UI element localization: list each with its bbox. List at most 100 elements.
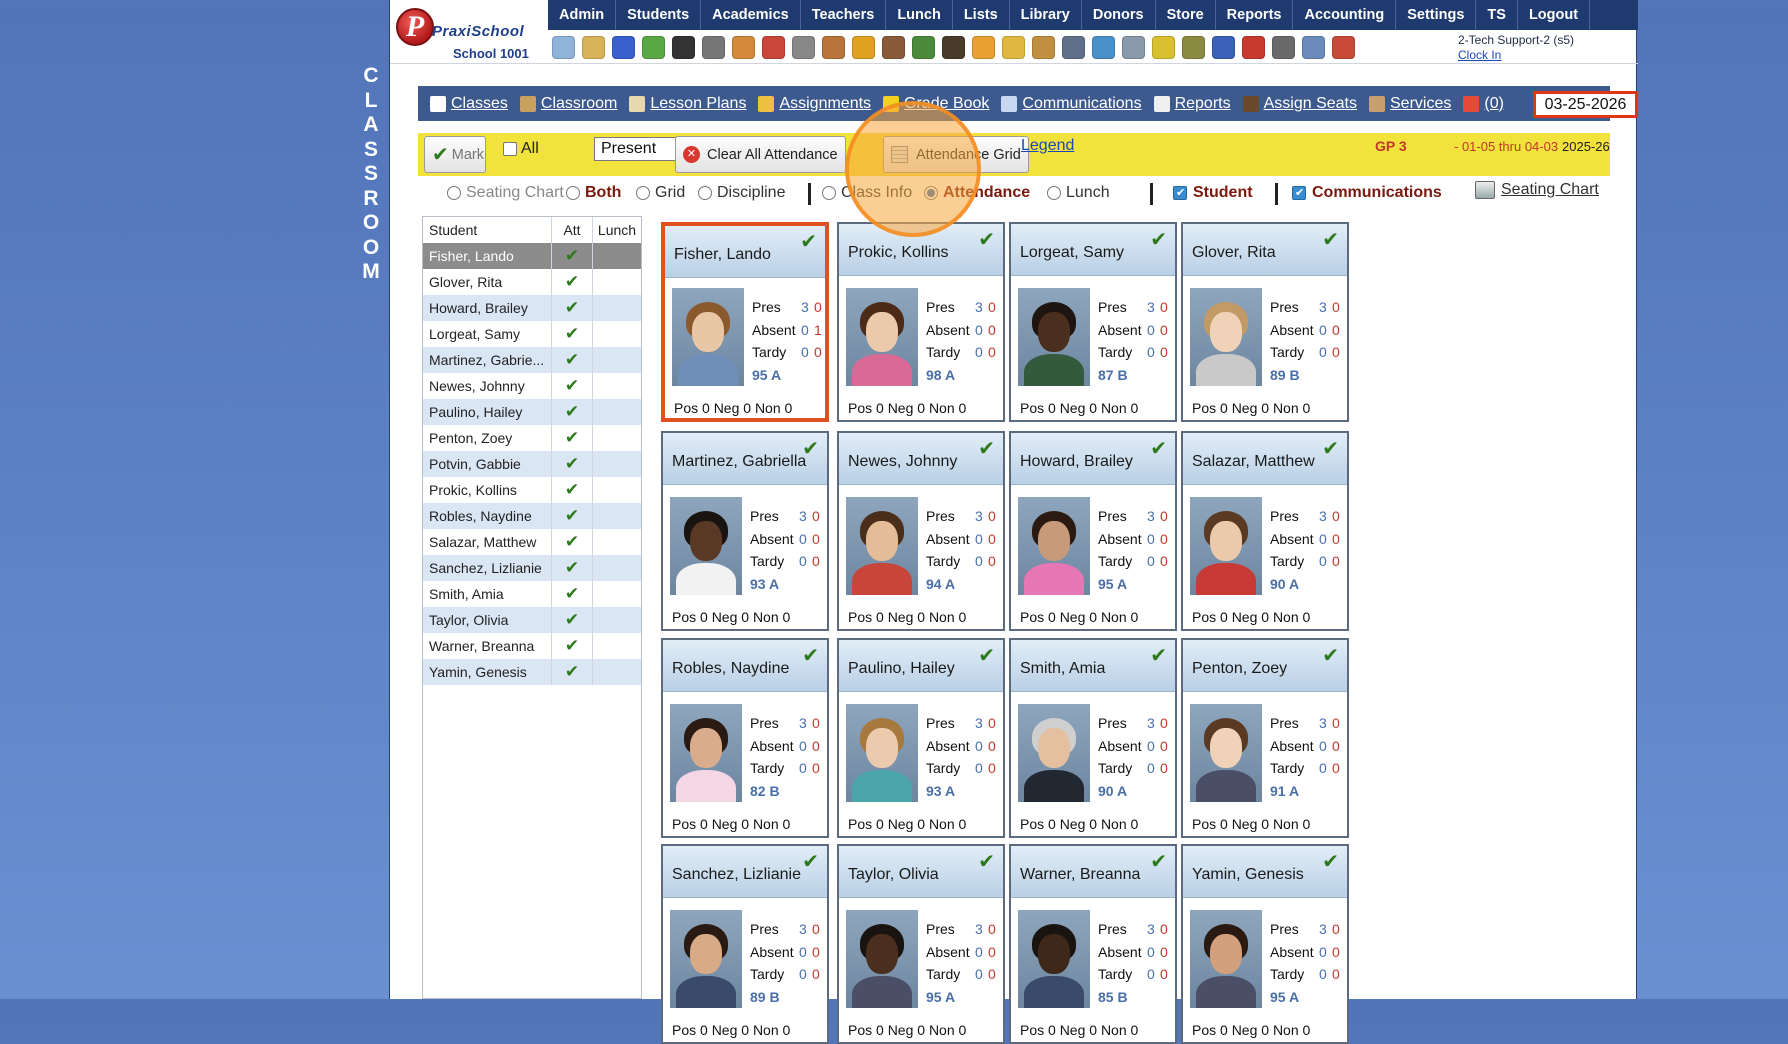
checkbox-student[interactable]	[1173, 186, 1187, 200]
bus-pass-icon[interactable]	[972, 35, 995, 59]
present-check-icon[interactable]: ✔	[1150, 227, 1167, 252]
radio-class-info[interactable]	[822, 186, 836, 200]
settings-icon[interactable]	[1092, 35, 1115, 59]
ap-icon[interactable]	[1212, 35, 1235, 59]
teacher-icon[interactable]	[852, 35, 875, 59]
nav-lists[interactable]: Lists	[953, 0, 1010, 30]
clock-in-link[interactable]: Clock In	[1458, 48, 1574, 63]
attendance-cell[interactable]: ✔	[551, 477, 593, 503]
student-list-row[interactable]: Penton, Zoey ✔	[423, 425, 641, 451]
classbar-item-lesson-plans[interactable]: Lesson Plans	[629, 95, 746, 113]
student-list-row[interactable]: Robles, Naydine ✔	[423, 503, 641, 529]
praxischool-logo[interactable]: P PraxiSchool School 1001	[394, 6, 542, 62]
chat-icon[interactable]	[642, 35, 665, 59]
present-check-icon[interactable]: ✔	[800, 229, 817, 254]
student-card[interactable]: Lorgeat, Samy ✔ Pres 3 0 Absent 0 0 Tardy 0 0 87 BP…	[1009, 222, 1177, 422]
student-card[interactable]: Prokic, Kollins ✔ Pres 3 0 Absent 0 0 Tardy 0 0 98 …	[837, 222, 1005, 422]
checkbox-communications[interactable]	[1292, 186, 1306, 200]
option-communications[interactable]: Communications	[1292, 184, 1442, 202]
student-list-row[interactable]: Fisher, Lando ✔	[423, 243, 641, 269]
radio-seating-chart[interactable]	[447, 186, 461, 200]
student-list-row[interactable]: Warner, Breanna ✔	[423, 633, 641, 659]
sign-icon[interactable]	[1002, 35, 1025, 59]
date-picker[interactable]: 03-25-2026	[1533, 91, 1638, 118]
attendance-cell[interactable]: ✔	[551, 451, 593, 477]
present-check-icon[interactable]: ✔	[802, 436, 819, 461]
present-check-icon[interactable]: ✔	[1150, 436, 1167, 461]
student-list-row[interactable]: Martinez, Gabrie... ✔	[423, 347, 641, 373]
student-list-row[interactable]: Smith, Amia ✔	[423, 581, 641, 607]
attendance-cell[interactable]: ✔	[551, 243, 593, 269]
attendance-cell[interactable]: ✔	[551, 529, 593, 555]
nav-library[interactable]: Library	[1010, 0, 1082, 30]
classbar-item-classroom[interactable]: Classroom	[519, 95, 617, 113]
radio-grid[interactable]	[636, 186, 650, 200]
nav-accounting[interactable]: Accounting	[1293, 0, 1397, 30]
nav-ts[interactable]: TS	[1476, 0, 1518, 30]
student-card[interactable]: Paulino, Hailey ✔ Pres 3 0 Absent 0 0 Tardy 0 0 93 …	[837, 638, 1005, 838]
student-card[interactable]: Salazar, Matthew ✔ Pres 3 0 Absent 0 0 Tardy 0 0 90…	[1181, 431, 1349, 631]
option-attendance[interactable]: Attendance	[924, 184, 1030, 202]
student-list-row[interactable]: Salazar, Matthew ✔	[423, 529, 641, 555]
radio-discipline[interactable]	[698, 186, 712, 200]
present-check-icon[interactable]: ✔	[1150, 643, 1167, 668]
student-card[interactable]: Newes, Johnny ✔ Pres 3 0 Absent 0 0 Tardy 0 0 94 AP…	[837, 431, 1005, 631]
student-list-row[interactable]: Potvin, Gabbie ✔	[423, 451, 641, 477]
student-card[interactable]: Warner, Breanna ✔ Pres 3 0 Absent 0 0 Tardy 0 0 85 …	[1009, 844, 1177, 1044]
document-icon[interactable]	[1122, 35, 1145, 59]
radio-attendance[interactable]	[924, 186, 938, 200]
student-card[interactable]: Robles, Naydine ✔ Pres 3 0 Absent 0 0 Tardy 0 0 82 …	[661, 638, 829, 838]
nav-lunch[interactable]: Lunch	[886, 0, 953, 30]
classbar-item-services[interactable]: Services	[1369, 95, 1451, 113]
student-card[interactable]: Fisher, Lando ✔ Pres 3 0 Absent 0 1 Tardy 0 0 95 AP…	[661, 222, 829, 422]
pdf-icon[interactable]	[1242, 35, 1265, 59]
tag-icon[interactable]	[882, 35, 905, 59]
mark-button[interactable]: ✔ Mark	[424, 136, 486, 173]
student-card[interactable]: Martinez, Gabriella ✔ Pres 3 0 Absent 0 0 Tardy 0…	[661, 431, 829, 631]
student-card[interactable]: Smith, Amia ✔ Pres 3 0 Absent 0 0 Tardy 0 0 90 A Pos…	[1009, 638, 1177, 838]
student-list-row[interactable]: Prokic, Kollins ✔	[423, 477, 641, 503]
present-check-icon[interactable]: ✔	[978, 643, 995, 668]
classbar-item-0[interactable]: (0)	[1463, 95, 1504, 113]
student-list-row[interactable]: Lorgeat, Samy ✔	[423, 321, 641, 347]
present-check-icon[interactable]: ✔	[978, 436, 995, 461]
option-seating-chart[interactable]: Seating Chart	[447, 184, 564, 202]
bus-icon[interactable]	[942, 35, 965, 59]
student-card[interactable]: Penton, Zoey ✔ Pres 3 0 Absent 0 0 Tardy 0 0 91 A Po…	[1181, 638, 1349, 838]
present-check-icon[interactable]: ✔	[802, 849, 819, 874]
user-group-icon[interactable]	[1062, 35, 1085, 59]
radio-lunch[interactable]	[1047, 186, 1061, 200]
classbar-item-assign-seats[interactable]: Assign Seats	[1242, 95, 1357, 113]
classbar-item-assignments[interactable]: Assignments	[758, 95, 871, 113]
search-icon[interactable]	[552, 35, 575, 59]
attendance-cell[interactable]: ✔	[551, 321, 593, 347]
student-card[interactable]: Yamin, Genesis ✔ Pres 3 0 Absent 0 0 Tardy 0 0 95 A…	[1181, 844, 1349, 1044]
all-checkbox-box[interactable]	[503, 142, 517, 156]
classbar-item-classes[interactable]: Classes	[430, 95, 508, 113]
student-list-row[interactable]: Howard, Brailey ✔	[423, 295, 641, 321]
student-card[interactable]: Glover, Rita ✔ Pres 3 0 Absent 0 0 Tardy 0 0 89 B Po…	[1181, 222, 1349, 422]
student-list-row[interactable]: Taylor, Olivia ✔	[423, 607, 641, 633]
classbar-item-grade-book[interactable]: Grade Book	[883, 95, 989, 113]
folder-icon[interactable]	[1032, 35, 1055, 59]
option-class-info[interactable]: Class Info	[822, 184, 912, 202]
clear-all-attendance-button[interactable]: ✕ Clear All Attendance	[675, 136, 846, 173]
nav-settings[interactable]: Settings	[1396, 0, 1477, 30]
student-card[interactable]: Taylor, Olivia ✔ Pres 3 0 Absent 0 0 Tardy 0 0 95 A…	[837, 844, 1005, 1044]
student-list-row[interactable]: Sanchez, Lizlianie ✔	[423, 555, 641, 581]
card-icon[interactable]	[1152, 35, 1175, 59]
seating-chart-print-link[interactable]: Seating Chart	[1475, 181, 1599, 199]
student-list-row[interactable]: Yamin, Genesis ✔	[423, 659, 641, 685]
option-student[interactable]: Student	[1173, 184, 1253, 202]
present-check-icon[interactable]: ✔	[802, 643, 819, 668]
present-check-icon[interactable]: ✔	[1322, 643, 1339, 668]
present-check-icon[interactable]: ✔	[1150, 849, 1167, 874]
calendar-grid-icon[interactable]	[582, 35, 605, 59]
option-discipline[interactable]: Discipline	[698, 184, 785, 202]
option-both[interactable]: Both	[566, 184, 621, 202]
attendance-cell[interactable]: ✔	[551, 373, 593, 399]
attendance-cell[interactable]: ✔	[551, 633, 593, 659]
attendance-cell[interactable]: ✔	[551, 503, 593, 529]
printer-icon[interactable]	[1272, 35, 1295, 59]
legend-link[interactable]: Legend	[1021, 137, 1074, 155]
